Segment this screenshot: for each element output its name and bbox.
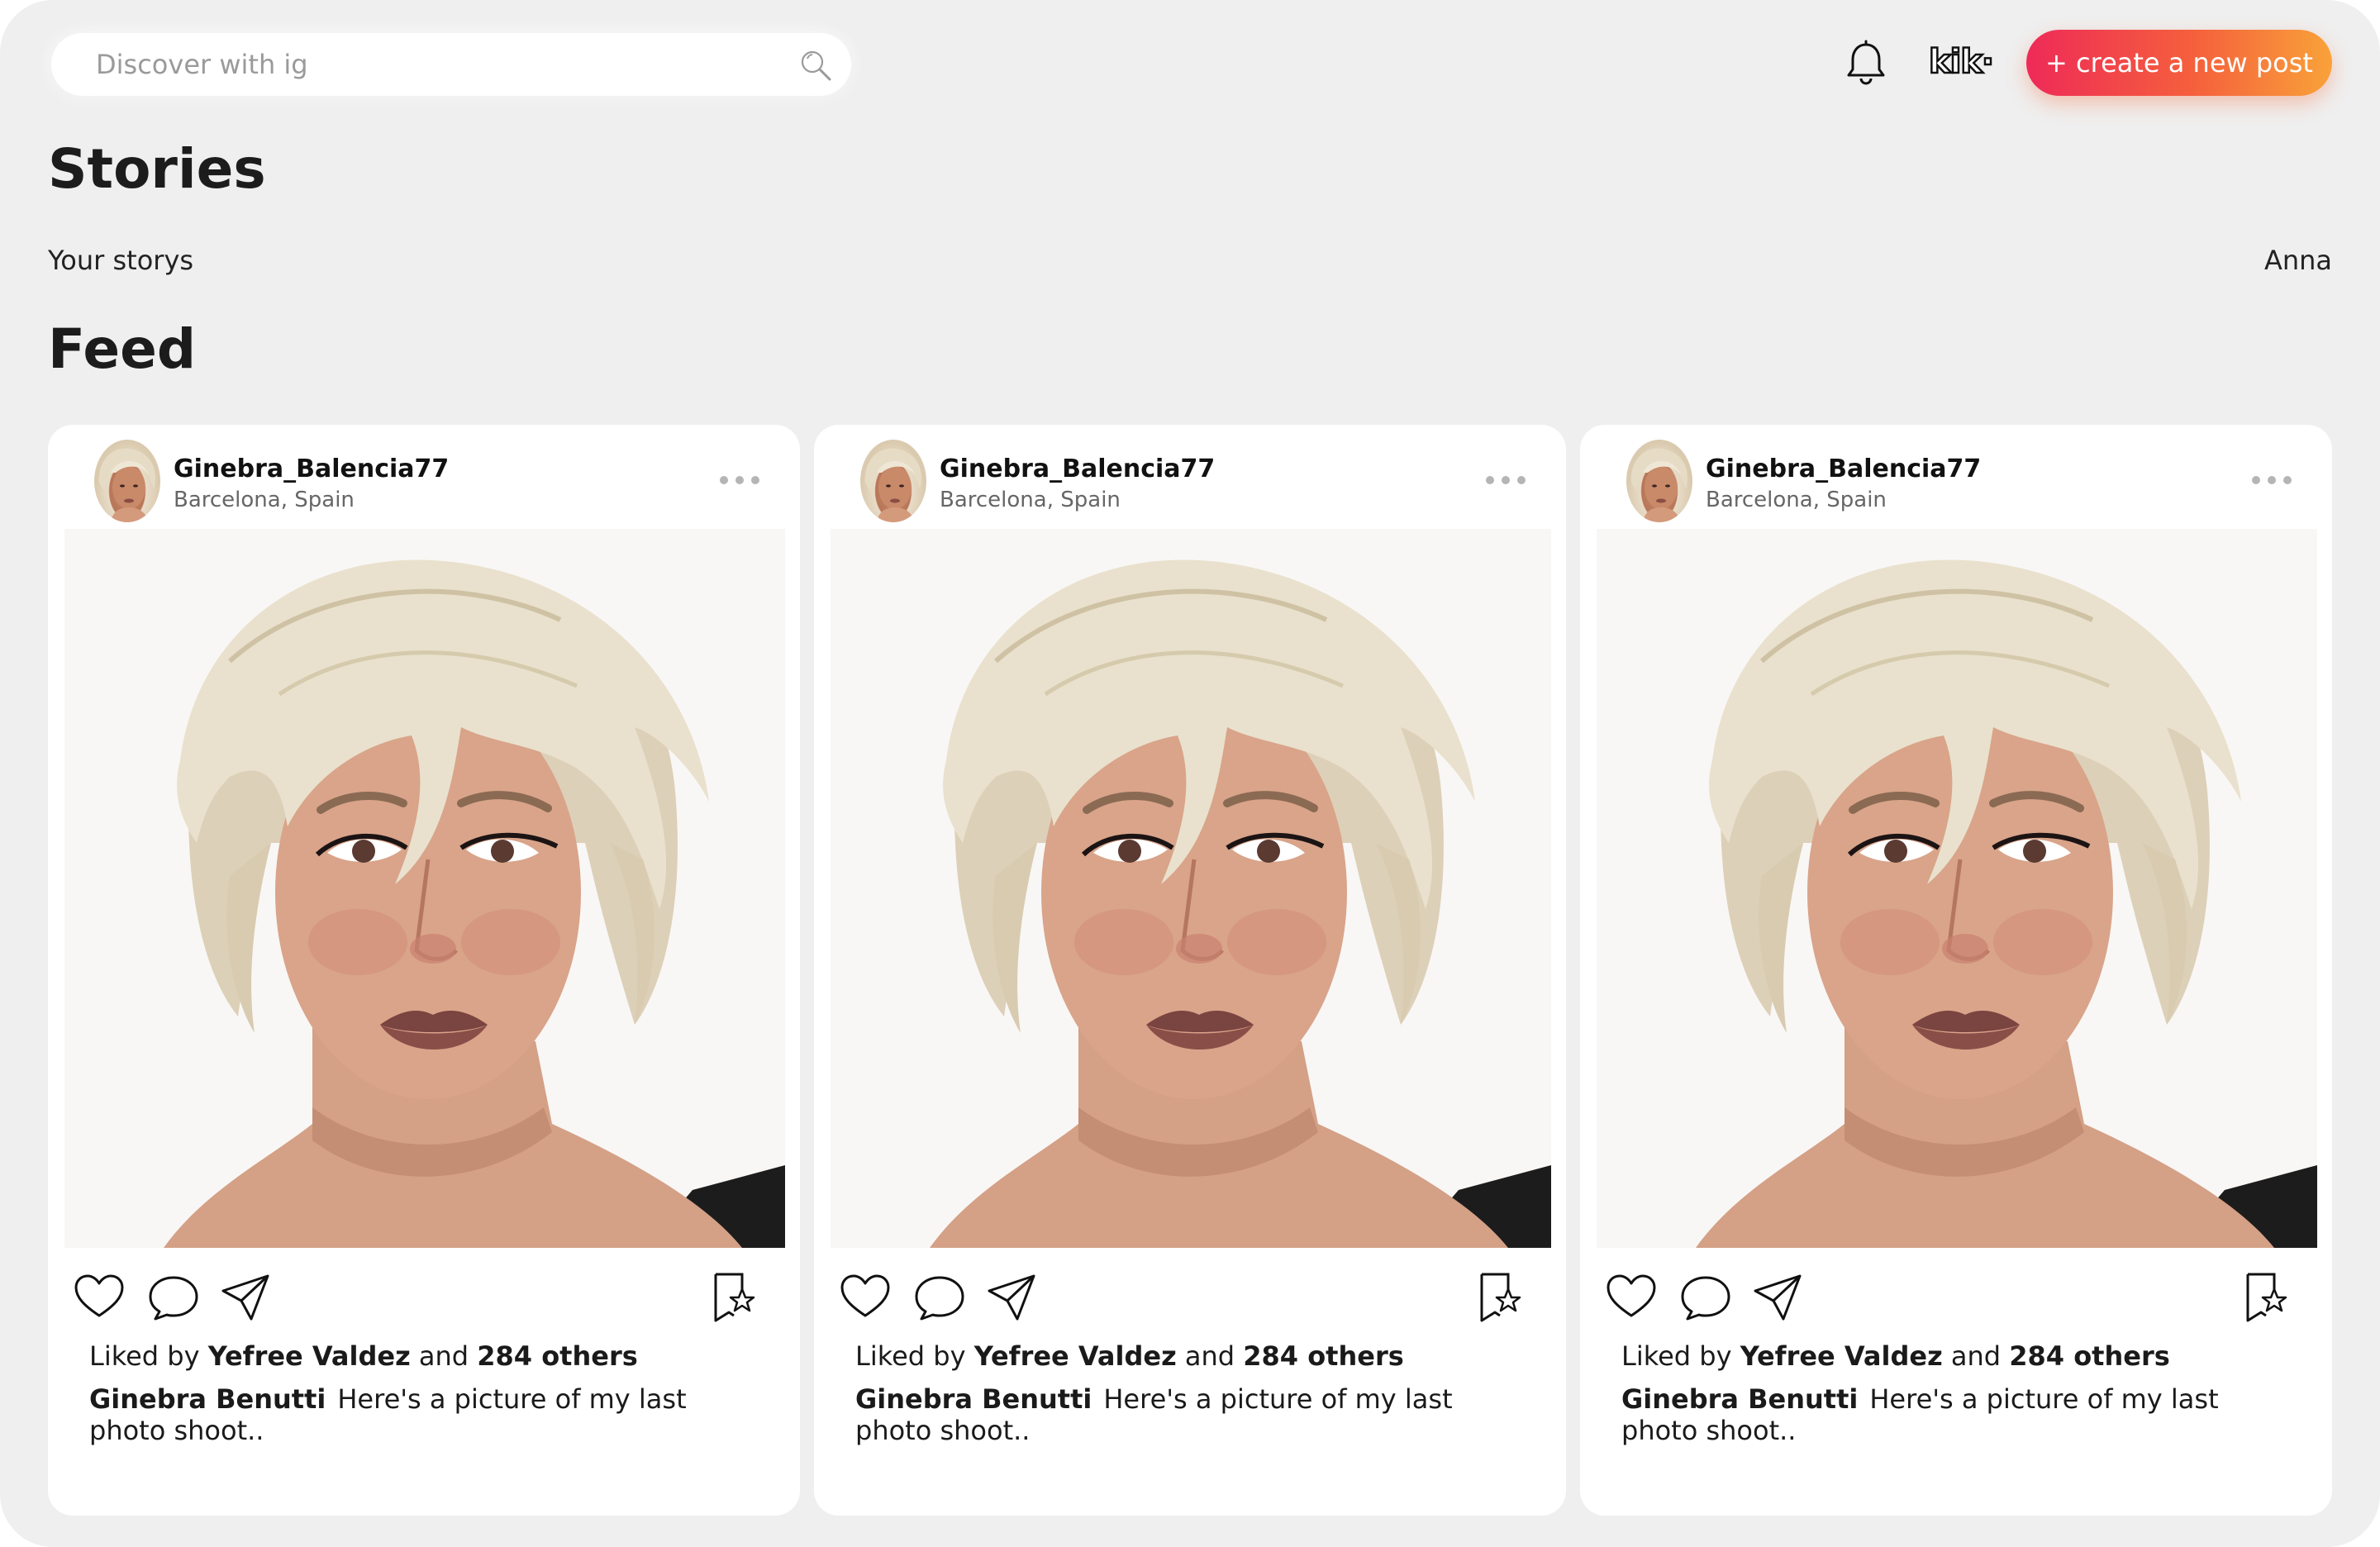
post-card: Ginebra_Balencia77 Barcelona, Spain Like…	[1580, 425, 2332, 1516]
liked-by-user[interactable]: Yefree Valdez	[208, 1340, 411, 1372]
post-card: Ginebra_Balencia77 Barcelona, Spain Like…	[814, 425, 1566, 1516]
feed-heading: Feed	[48, 317, 197, 381]
likes-others-count[interactable]: 284 others	[477, 1340, 638, 1372]
app-window: kik· + create a new post Stories Your st…	[0, 0, 2380, 1547]
comment-bubble-icon[interactable]	[147, 1271, 200, 1324]
post-location[interactable]: Barcelona, Spain	[1706, 488, 1887, 512]
post-username[interactable]: Ginebra_Balencia77	[1706, 455, 1981, 483]
comment-bubble-icon[interactable]	[913, 1271, 966, 1324]
bookmark-star-icon[interactable]	[706, 1271, 759, 1324]
story-item-anna[interactable]: Anna	[2264, 245, 2332, 276]
paper-plane-icon[interactable]	[220, 1271, 273, 1324]
heart-icon[interactable]	[839, 1271, 892, 1324]
likes-and: and	[1950, 1340, 2002, 1372]
liked-by-user[interactable]: Yefree Valdez	[1740, 1340, 1943, 1372]
more-dots-icon[interactable]	[1483, 473, 1528, 488]
avatar[interactable]	[1626, 440, 1692, 522]
likes-others-count[interactable]: 284 others	[2009, 1340, 2170, 1372]
post-location[interactable]: Barcelona, Spain	[940, 488, 1121, 512]
likes-summary[interactable]: Liked by Yefree Valdez and 284 others	[1621, 1340, 2170, 1372]
likes-and: and	[418, 1340, 469, 1372]
caption-author[interactable]: Ginebra Benutti	[855, 1383, 1092, 1415]
post-username[interactable]: Ginebra_Balencia77	[940, 455, 1215, 483]
post-caption: Ginebra Benutti Here's a picture of my la…	[1621, 1383, 2299, 1446]
heart-icon[interactable]	[1605, 1271, 1658, 1324]
avatar[interactable]	[860, 440, 926, 522]
likes-others-count[interactable]: 284 others	[1243, 1340, 1404, 1372]
more-dots-icon[interactable]	[2249, 473, 2294, 488]
your-stories-link[interactable]: Your storys	[48, 245, 193, 276]
heart-icon[interactable]	[73, 1271, 126, 1324]
post-caption: Ginebra Benutti Here's a picture of my la…	[855, 1383, 1533, 1446]
likes-and: and	[1184, 1340, 1235, 1372]
search-input[interactable]	[51, 33, 851, 96]
likes-summary[interactable]: Liked by Yefree Valdez and 284 others	[855, 1340, 1404, 1372]
avatar[interactable]	[94, 440, 160, 522]
post-card: Ginebra_Balencia77 Barcelona, Spain Like…	[48, 425, 800, 1516]
post-photo[interactable]	[64, 529, 785, 1248]
more-dots-icon[interactable]	[717, 473, 762, 488]
caption-author[interactable]: Ginebra Benutti	[1621, 1383, 1858, 1415]
post-photo[interactable]	[831, 529, 1551, 1248]
stories-heading: Stories	[48, 137, 266, 201]
bell-icon[interactable]	[1841, 38, 1891, 88]
caption-author[interactable]: Ginebra Benutti	[89, 1383, 326, 1415]
likes-prefix: Liked by	[855, 1340, 966, 1372]
post-photo[interactable]	[1597, 529, 2317, 1248]
liked-by-user[interactable]: Yefree Valdez	[974, 1340, 1177, 1372]
search-bar[interactable]	[51, 33, 851, 96]
paper-plane-icon[interactable]	[986, 1271, 1039, 1324]
search-icon[interactable]	[798, 48, 833, 83]
likes-prefix: Liked by	[1621, 1340, 1732, 1372]
comment-bubble-icon[interactable]	[1679, 1271, 1732, 1324]
bookmark-star-icon[interactable]	[2238, 1271, 2291, 1324]
create-new-post-button[interactable]: + create a new post	[2026, 30, 2332, 96]
likes-summary[interactable]: Liked by Yefree Valdez and 284 others	[89, 1340, 638, 1372]
post-username[interactable]: Ginebra_Balencia77	[174, 455, 449, 483]
paper-plane-icon[interactable]	[1752, 1271, 1805, 1324]
likes-prefix: Liked by	[89, 1340, 200, 1372]
bookmark-star-icon[interactable]	[1472, 1271, 1525, 1324]
kik-logo[interactable]: kik·	[1928, 42, 1996, 83]
post-location[interactable]: Barcelona, Spain	[174, 488, 355, 512]
post-caption: Ginebra Benutti Here's a picture of my la…	[89, 1383, 767, 1446]
